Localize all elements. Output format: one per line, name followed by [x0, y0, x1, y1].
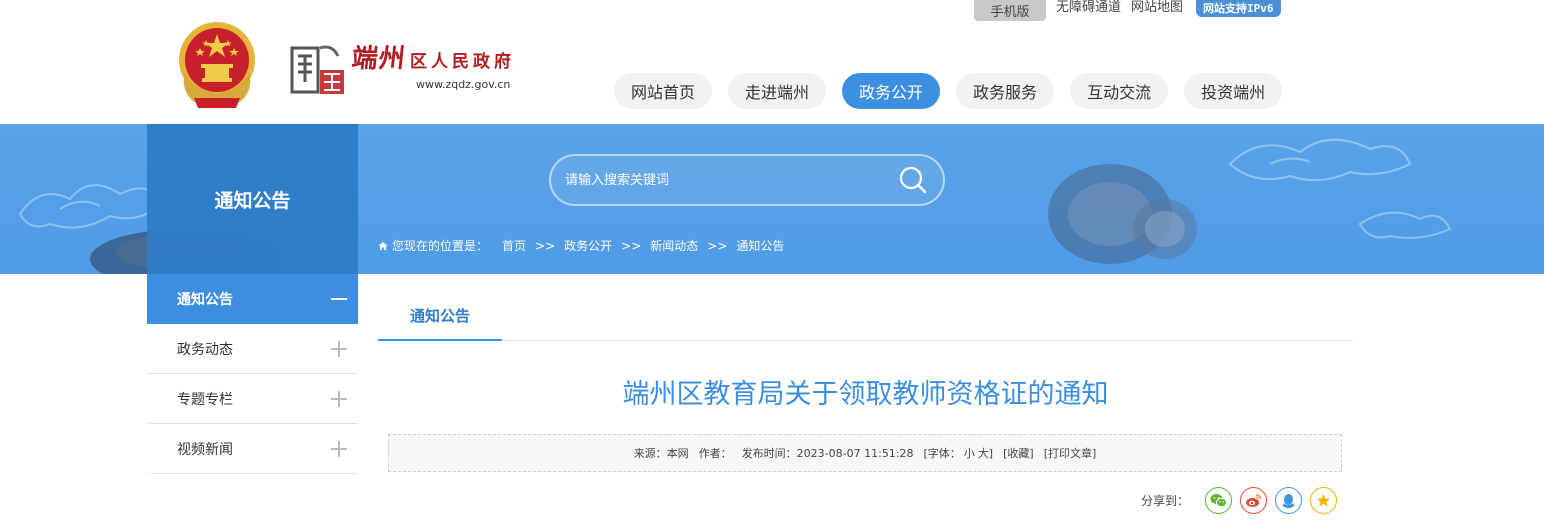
search-button[interactable]	[883, 156, 943, 204]
favorite-share-button[interactable]	[1310, 487, 1338, 514]
site-name: 端州 区人民政府	[350, 38, 516, 75]
breadcrumb-separator: >>	[535, 238, 556, 253]
article-title: 端州区教育局关于领取教师资格证的通知	[622, 379, 1109, 410]
site-name-sub: 区人民政府	[410, 52, 516, 72]
search-bar	[549, 154, 945, 206]
weibo-share-button[interactable]	[1240, 487, 1268, 514]
home-icon	[378, 241, 388, 251]
ipv6-badge: 网站支持IPv6	[1196, 0, 1281, 17]
article-author: 作者：	[698, 447, 732, 460]
section-title: 通知公告	[147, 124, 358, 274]
nav-government-affairs[interactable]: 政务公开	[842, 73, 941, 109]
search-icon	[899, 166, 927, 194]
nav-interaction[interactable]: 互动交流	[1070, 73, 1169, 109]
breadcrumb-news[interactable]: 新闻动态	[650, 237, 698, 254]
site-logo[interactable]: 端州 区人民政府 www.zqdz.gov.cn	[290, 38, 530, 102]
font-size-label: [字体：	[923, 447, 961, 460]
qq-icon	[1282, 493, 1295, 508]
article-meta-bar: 来源：本网 作者： 发布时间：2023-08-07 11:51:28 [字体： …	[388, 434, 1342, 472]
breadcrumb-notices[interactable]: 通知公告	[736, 237, 784, 254]
font-large-button[interactable]: 大]	[978, 445, 993, 461]
sidebar-item-label: 视频新闻	[177, 441, 233, 458]
expand-icon	[331, 340, 347, 357]
nav-home[interactable]: 网站首页	[614, 73, 713, 109]
sidebar-item-notices[interactable]: 通知公告	[147, 274, 358, 324]
sidebar-item-video-news[interactable]: 视频新闻	[147, 424, 358, 474]
expand-icon	[331, 390, 347, 407]
font-small-button[interactable]: 小	[964, 445, 975, 461]
expand-icon	[331, 440, 347, 457]
wechat-icon	[1210, 494, 1228, 508]
share-bar: 分享到：	[1141, 487, 1338, 514]
collapse-icon	[331, 291, 347, 307]
tab-notices[interactable]: 通知公告	[378, 292, 502, 341]
nav-about-duanzhou[interactable]: 走进端州	[728, 73, 827, 109]
mobile-version-button[interactable]: 手机版	[974, 0, 1046, 21]
article-publish-time: 发布时间：2023-08-07 11:51:28	[741, 447, 914, 460]
sidebar-menu: 通知公告 政务动态 专题专栏 视频新闻	[147, 274, 358, 474]
weibo-icon	[1246, 494, 1262, 507]
breadcrumb: 您现在的位置是： 首页 >> 政务公开 >> 新闻动态 >> 通知公告	[378, 237, 784, 254]
sidebar-item-label: 通知公告	[177, 292, 233, 308]
breadcrumb-home[interactable]: 首页	[502, 237, 526, 254]
print-button[interactable]: [打印文章]	[1044, 445, 1097, 461]
accessibility-link[interactable]: 无障碍通道	[1056, 0, 1121, 15]
top-utility-bar: 手机版 无障碍通道 网站地图 网站支持IPv6	[974, 0, 1281, 22]
breadcrumb-separator: >>	[707, 238, 728, 253]
breadcrumb-separator: >>	[621, 238, 642, 253]
wechat-share-button[interactable]	[1205, 487, 1233, 514]
favorite-button[interactable]: [收藏]	[1003, 445, 1034, 461]
sidebar-item-government-news[interactable]: 政务动态	[147, 324, 358, 374]
sidebar-item-label: 专题专栏	[177, 391, 233, 408]
star-icon	[1317, 494, 1331, 507]
sitemap-link[interactable]: 网站地图	[1131, 0, 1183, 15]
breadcrumb-label: 您现在的位置是：	[392, 239, 489, 253]
breadcrumb-government-affairs[interactable]: 政务公开	[564, 237, 612, 254]
search-input[interactable]	[565, 172, 883, 188]
article-source: 来源：本网	[633, 447, 689, 460]
site-url: www.zqdz.gov.cn	[416, 78, 511, 91]
nav-investment[interactable]: 投资端州	[1184, 73, 1283, 109]
main-navigation: 网站首页 走进端州 政务公开 政务服务 互动交流 投资端州	[614, 73, 1283, 109]
content-tab-bar: 通知公告	[378, 292, 1353, 341]
nav-government-services[interactable]: 政务服务	[956, 73, 1055, 109]
sidebar-item-special-topics[interactable]: 专题专栏	[147, 374, 358, 424]
seal-logo-icon	[290, 45, 344, 94]
qq-share-button[interactable]	[1275, 487, 1303, 514]
site-name-main: 端州	[350, 44, 408, 74]
national-emblem-icon	[172, 20, 262, 112]
sidebar-item-label: 政务动态	[177, 341, 233, 358]
share-label: 分享到：	[1141, 494, 1190, 508]
